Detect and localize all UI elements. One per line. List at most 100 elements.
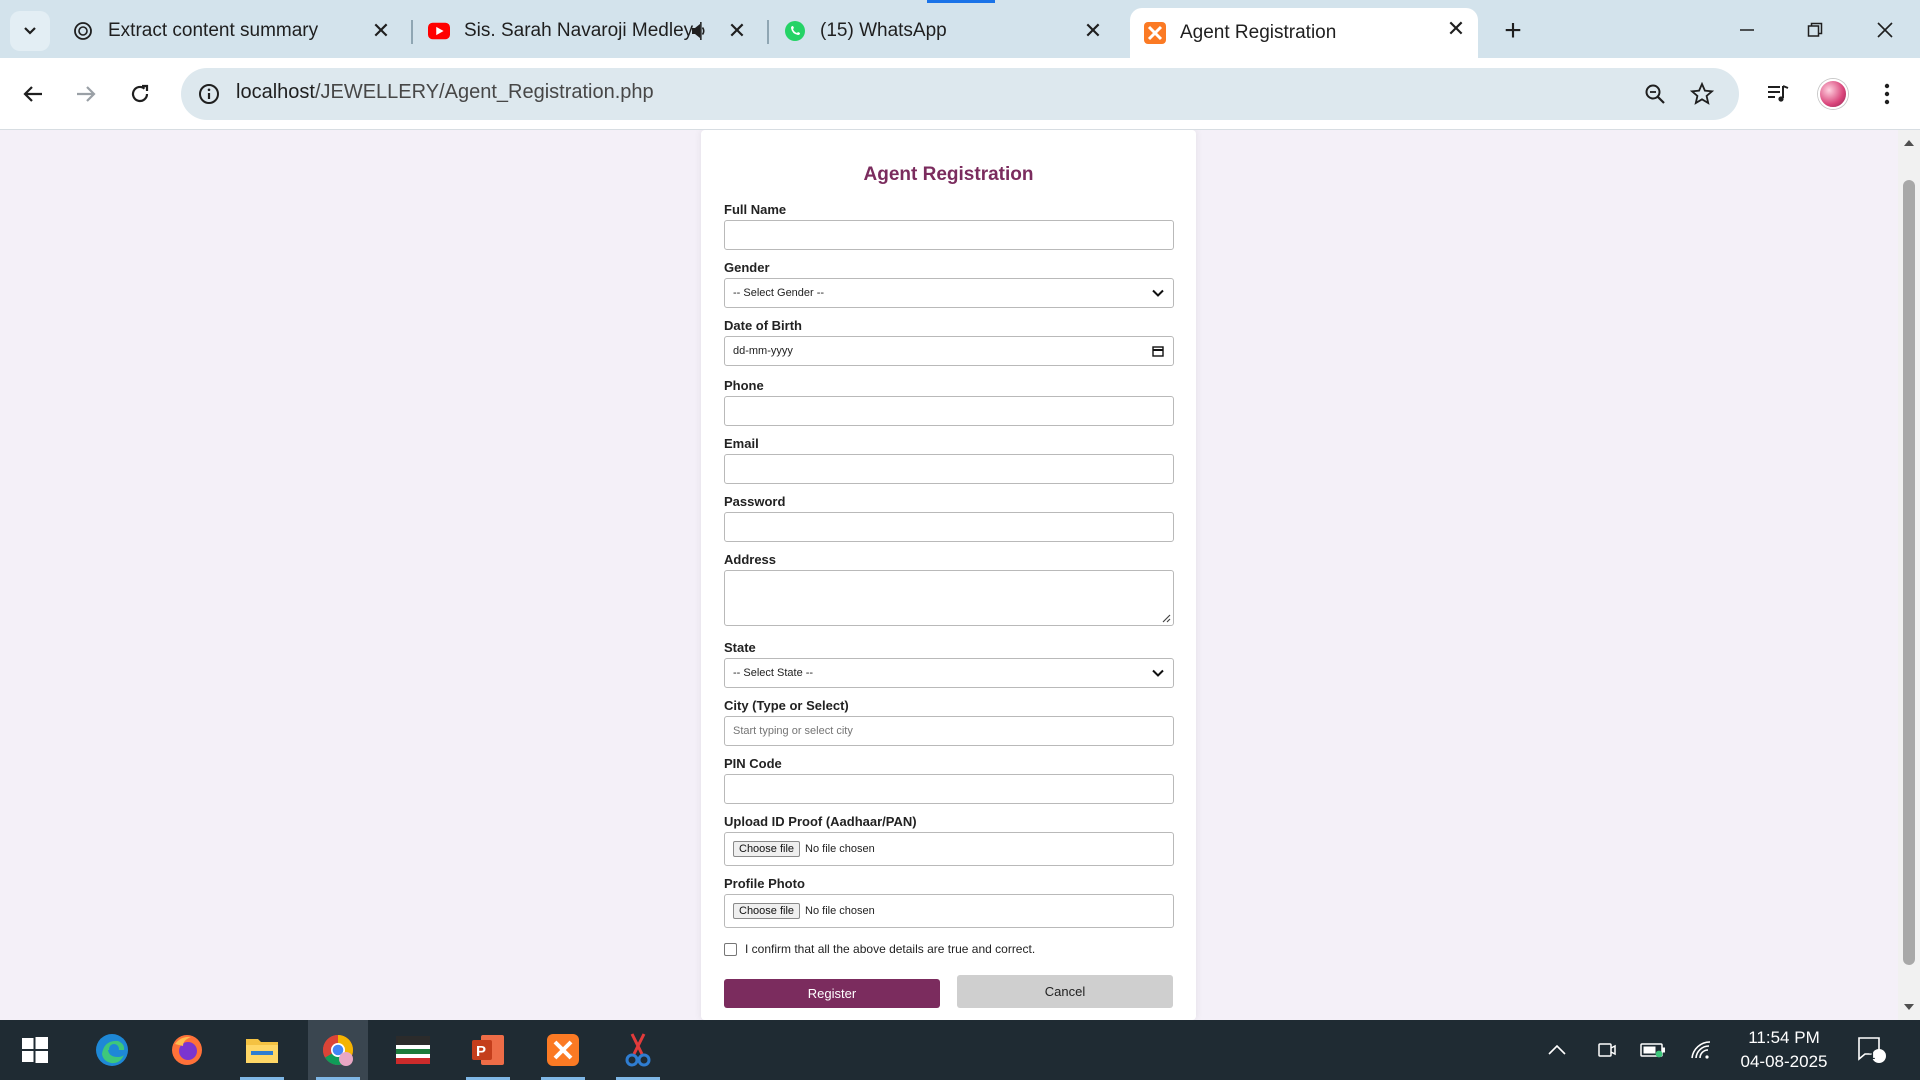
tab-separator	[411, 20, 413, 44]
forward-button[interactable]	[66, 74, 106, 114]
meet-now-button[interactable]	[1590, 1020, 1624, 1080]
id-proof-label: Upload ID Proof (Aadhaar/PAN)	[724, 814, 917, 829]
firefox-icon	[172, 1035, 202, 1065]
choose-file-button[interactable]: Choose file	[733, 903, 801, 919]
profile-button[interactable]	[1813, 74, 1853, 114]
clock-date: 04-08-2025	[1740, 1052, 1828, 1071]
state-label: State	[724, 640, 756, 655]
tab-agent-registration[interactable]: Agent Registration ✕	[1130, 8, 1478, 58]
dob-input[interactable]: dd-mm-yyyy	[724, 336, 1174, 366]
pin-code-input[interactable]	[724, 774, 1174, 804]
restore-icon	[1807, 22, 1823, 37]
battery-icon	[1640, 1043, 1665, 1058]
chrome-icon	[322, 1035, 354, 1066]
taskbar-powerpoint[interactable]: P	[458, 1020, 518, 1080]
chevron-down-icon	[1152, 289, 1164, 297]
scroll-down-arrow-icon[interactable]	[1902, 1002, 1916, 1012]
tab-whatsapp[interactable]: (15) WhatsApp ✕	[770, 10, 1115, 52]
whatsapp-icon	[784, 20, 806, 42]
calendar-icon[interactable]	[1151, 344, 1165, 358]
close-tab-icon[interactable]: ✕	[369, 18, 393, 43]
powerpoint-icon: P	[472, 1035, 504, 1065]
taskbar-chrome[interactable]	[308, 1020, 368, 1080]
chevron-down-icon	[1152, 669, 1164, 677]
minimize-button[interactable]	[1717, 8, 1777, 52]
full-name-input[interactable]	[724, 220, 1174, 250]
choose-file-button[interactable]: Choose file	[733, 841, 801, 857]
url-host: localhost	[236, 81, 315, 103]
state-select[interactable]: -- Select State --	[724, 658, 1174, 688]
taskbar-clock[interactable]: 11:54 PM 04-08-2025	[1730, 1026, 1838, 1074]
close-icon	[1877, 22, 1893, 38]
taskbar-xampp[interactable]	[533, 1020, 593, 1080]
city-input[interactable]: Start typing or select city	[724, 716, 1174, 746]
minimize-icon	[1740, 29, 1754, 31]
tab-title: Agent Registration	[1180, 22, 1337, 43]
profile-photo-label: Profile Photo	[724, 876, 805, 891]
taskbar-snipping-tool[interactable]	[608, 1020, 668, 1080]
taskbar-file-explorer[interactable]	[232, 1020, 292, 1080]
close-tab-icon[interactable]: ✕	[1081, 18, 1105, 43]
state-selected-value: -- Select State --	[733, 667, 814, 679]
close-tab-icon[interactable]: ✕	[725, 18, 749, 43]
email-input[interactable]	[724, 454, 1174, 484]
gender-select[interactable]: -- Select Gender --	[724, 278, 1174, 308]
no-file-text: No file chosen	[805, 843, 875, 855]
browser-menu-button[interactable]	[1867, 74, 1907, 114]
profile-photo-file-input[interactable]: Choose file No file chosen	[724, 894, 1174, 928]
restore-button[interactable]	[1785, 8, 1845, 52]
password-label: Password	[724, 494, 786, 509]
start-button[interactable]	[5, 1020, 65, 1080]
tab-title: (15) WhatsApp	[820, 20, 947, 41]
xampp-icon	[1144, 22, 1166, 44]
bookmark-star-icon[interactable]	[1688, 80, 1716, 108]
site-info-icon[interactable]	[195, 80, 223, 108]
taskbar-firefox[interactable]	[157, 1020, 217, 1080]
tab-extract-content-summary[interactable]: Extract content summary ✕	[58, 10, 403, 52]
url-text: localhost/JEWELLERY/Agent_Registration.p…	[236, 81, 654, 104]
gender-selected-value: -- Select Gender --	[733, 287, 825, 299]
close-window-button[interactable]	[1855, 8, 1915, 52]
network-button[interactable]	[1684, 1020, 1718, 1080]
show-hidden-icons-button[interactable]	[1540, 1020, 1574, 1080]
scrollbar-thumb[interactable]	[1903, 180, 1915, 965]
phone-label: Phone	[724, 378, 764, 393]
confirm-checkbox[interactable]	[724, 942, 737, 956]
email-label: Email	[724, 436, 759, 451]
tab-title: Extract content summary	[108, 20, 319, 41]
taskbar-media-app[interactable]	[383, 1020, 443, 1080]
reload-button[interactable]	[120, 74, 160, 114]
zoom-icon[interactable]	[1641, 80, 1669, 108]
registration-form: Agent Registration Full Name Gender -- S…	[701, 130, 1196, 1020]
file-explorer-icon	[246, 1039, 278, 1063]
id-proof-file-input[interactable]: Choose file No file chosen	[724, 832, 1174, 866]
scroll-up-arrow-icon[interactable]	[1902, 138, 1916, 148]
register-button[interactable]: Register	[724, 979, 940, 1008]
address-textarea[interactable]	[724, 570, 1174, 626]
password-input[interactable]	[724, 512, 1174, 542]
dob-placeholder: dd-mm-yyyy	[733, 345, 793, 357]
confirm-text: I confirm that all the above details are…	[745, 942, 1036, 956]
media-control-button[interactable]	[1758, 74, 1798, 114]
resize-grip-icon[interactable]	[1161, 613, 1171, 623]
battery-button[interactable]	[1636, 1020, 1670, 1080]
wifi-icon	[1691, 1041, 1711, 1059]
close-tab-icon[interactable]: ✕	[1444, 16, 1468, 41]
youtube-icon	[428, 20, 450, 42]
notifications-button[interactable]: 1	[1852, 1020, 1892, 1080]
taskbar-edge[interactable]	[82, 1020, 142, 1080]
tab-youtube-medley[interactable]: Sis. Sarah Navaroji Medley | ✕	[414, 10, 759, 52]
city-placeholder: Start typing or select city	[733, 725, 853, 737]
address-bar[interactable]: localhost/JEWELLERY/Agent_Registration.p…	[181, 68, 1739, 120]
phone-input[interactable]	[724, 396, 1174, 426]
speaker-icon[interactable]	[687, 19, 711, 43]
cancel-button[interactable]: Cancel	[957, 975, 1173, 1008]
media-app-icon	[396, 1036, 430, 1064]
new-tab-button[interactable]: +	[1495, 13, 1531, 49]
avatar	[1818, 79, 1848, 109]
tab-search-button[interactable]	[10, 11, 50, 51]
chevron-down-icon	[24, 27, 36, 35]
page-scrollbar[interactable]	[1898, 130, 1920, 1020]
back-button[interactable]	[13, 74, 53, 114]
forward-arrow-icon	[77, 86, 96, 102]
